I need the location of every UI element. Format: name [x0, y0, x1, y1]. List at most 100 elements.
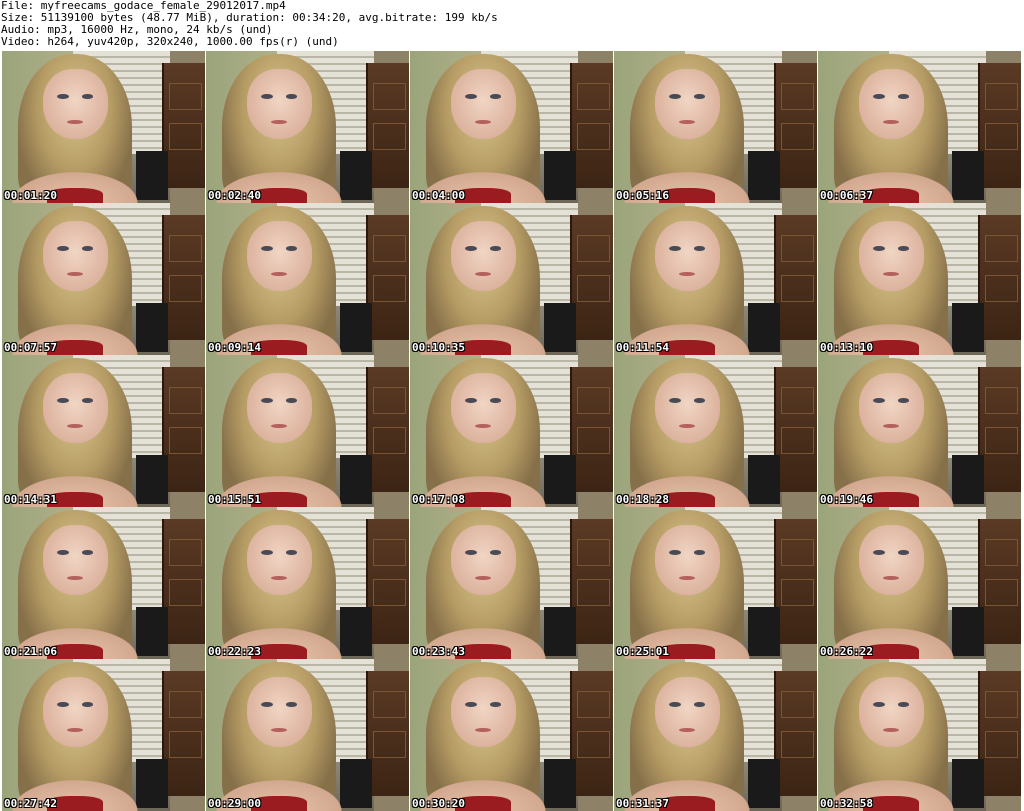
left-eye: [668, 550, 681, 556]
timestamp-label: 00:18:28: [616, 493, 669, 506]
wooden-cabinet: [570, 519, 613, 644]
face: [654, 221, 720, 292]
wooden-cabinet: [978, 519, 1021, 644]
video-frame-thumbnail: 00:09:14: [206, 203, 409, 355]
right-eye: [693, 398, 706, 404]
video-frame-thumbnail: 00:18:28: [614, 355, 817, 507]
face: [450, 221, 516, 292]
lips: [679, 727, 695, 732]
right-eye: [693, 550, 706, 556]
wooden-cabinet: [162, 671, 205, 796]
timestamp-label: 00:31:37: [616, 797, 669, 810]
left-eye: [872, 398, 885, 404]
video-frame-thumbnail: 00:06:37: [818, 51, 1021, 203]
lips: [271, 423, 287, 428]
face: [450, 69, 516, 140]
right-eye: [81, 94, 94, 100]
face: [858, 69, 924, 140]
wooden-cabinet: [978, 63, 1021, 188]
lips: [883, 119, 899, 124]
right-eye: [897, 94, 910, 100]
left-eye: [872, 550, 885, 556]
left-eye: [464, 94, 477, 100]
face: [654, 677, 720, 748]
left-eye: [260, 702, 273, 708]
wooden-cabinet: [774, 367, 817, 492]
right-eye: [285, 94, 298, 100]
timestamp-label: 00:21:06: [4, 645, 57, 658]
face: [246, 221, 312, 292]
timestamp-label: 00:15:51: [208, 493, 261, 506]
timestamp-label: 00:01:20: [4, 189, 57, 202]
video-frame-thumbnail: 00:05:16: [614, 51, 817, 203]
right-eye: [81, 702, 94, 708]
left-eye: [668, 702, 681, 708]
timestamp-label: 00:19:46: [820, 493, 873, 506]
timestamp-label: 00:11:54: [616, 341, 669, 354]
right-eye: [285, 398, 298, 404]
face: [654, 373, 720, 444]
video-frame-thumbnail: 00:19:46: [818, 355, 1021, 507]
right-eye: [897, 550, 910, 556]
video-frame-thumbnail: 00:13:10: [818, 203, 1021, 355]
wooden-cabinet: [978, 671, 1021, 796]
wooden-cabinet: [162, 367, 205, 492]
left-eye: [260, 94, 273, 100]
timestamp-label: 00:25:01: [616, 645, 669, 658]
wooden-cabinet: [366, 671, 409, 796]
wooden-cabinet: [366, 215, 409, 340]
video-frame-thumbnail: 00:30:20: [410, 659, 613, 811]
lips: [883, 575, 899, 580]
face: [858, 373, 924, 444]
right-eye: [81, 398, 94, 404]
timestamp-label: 00:29:00: [208, 797, 261, 810]
lips: [271, 727, 287, 732]
face: [450, 677, 516, 748]
left-eye: [260, 398, 273, 404]
left-eye: [260, 550, 273, 556]
lips: [679, 271, 695, 276]
face: [450, 373, 516, 444]
right-eye: [693, 94, 706, 100]
left-eye: [56, 702, 69, 708]
timestamp-label: 00:32:58: [820, 797, 873, 810]
video-frame-thumbnail: 00:10:35: [410, 203, 613, 355]
right-eye: [489, 702, 502, 708]
face: [450, 525, 516, 596]
lips: [67, 119, 83, 124]
wooden-cabinet: [162, 519, 205, 644]
timestamp-label: 00:27:42: [4, 797, 57, 810]
timestamp-label: 00:10:35: [412, 341, 465, 354]
lips: [67, 423, 83, 428]
video-frame-thumbnail: 00:27:42: [2, 659, 205, 811]
timestamp-label: 00:30:20: [412, 797, 465, 810]
left-eye: [464, 246, 477, 252]
video-info-line: Video: h264, yuv420p, 320x240, 1000.00 f…: [1, 35, 339, 48]
face: [246, 525, 312, 596]
video-frame-thumbnail: 00:31:37: [614, 659, 817, 811]
face: [246, 677, 312, 748]
lips: [67, 271, 83, 276]
face: [654, 69, 720, 140]
face: [246, 373, 312, 444]
file-info-header: File: myfreecams_godace_female_29012017.…: [1, 0, 1021, 48]
video-frame-thumbnail: 00:21:06: [2, 507, 205, 659]
right-eye: [489, 94, 502, 100]
lips: [475, 575, 491, 580]
right-eye: [897, 246, 910, 252]
wooden-cabinet: [978, 367, 1021, 492]
lips: [475, 423, 491, 428]
lips: [475, 727, 491, 732]
timestamp-label: 00:23:43: [412, 645, 465, 658]
left-eye: [668, 246, 681, 252]
right-eye: [81, 246, 94, 252]
timestamp-label: 00:14:31: [4, 493, 57, 506]
lips: [271, 575, 287, 580]
face: [858, 221, 924, 292]
thumbnail-grid: 00:01:20 00:02:40 00:04:00 00:05:16 00:06:37…: [2, 51, 1022, 811]
left-eye: [56, 550, 69, 556]
face: [654, 525, 720, 596]
left-eye: [56, 246, 69, 252]
wooden-cabinet: [366, 63, 409, 188]
lips: [475, 119, 491, 124]
